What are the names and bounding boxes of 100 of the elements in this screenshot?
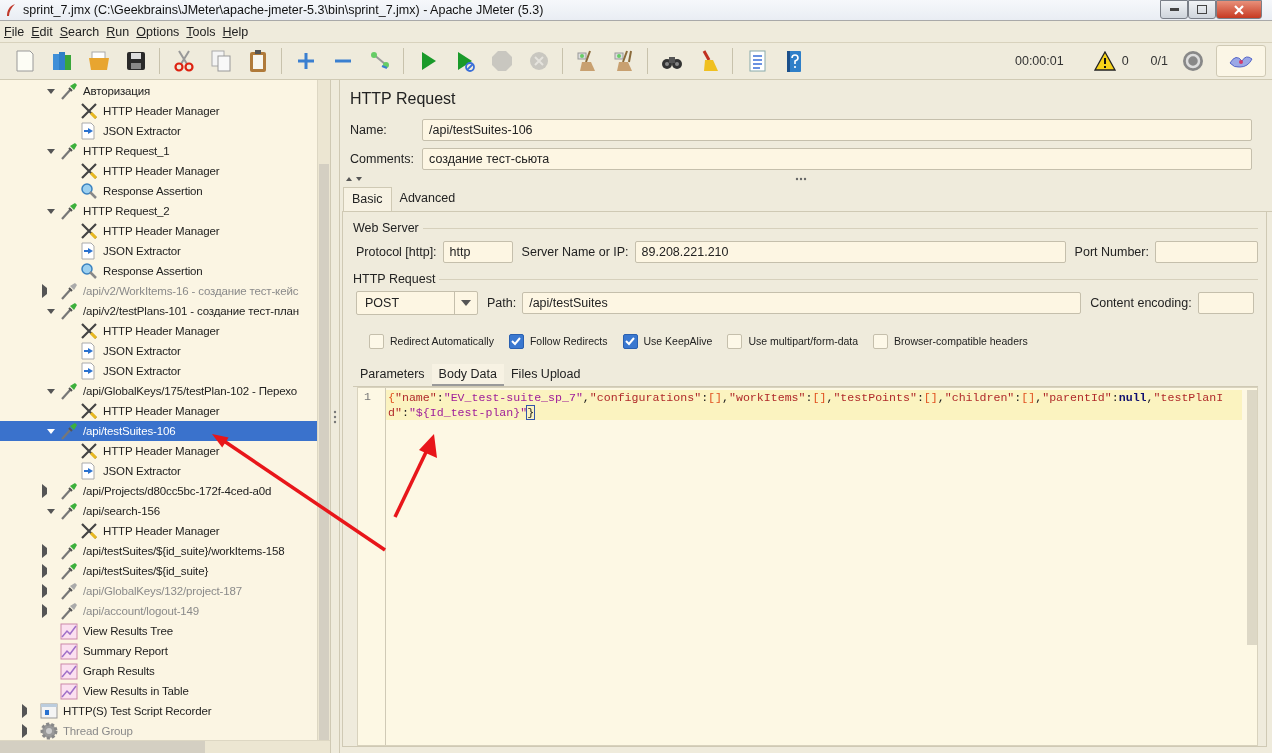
tree-item[interactable]: HTTP Header Manager — [0, 441, 317, 461]
tree-item[interactable]: JSON Extractor — [0, 361, 317, 381]
field-label: Path: — [487, 296, 517, 310]
checkbox[interactable] — [508, 333, 524, 349]
tree-item[interactable]: View Results Tree — [0, 621, 317, 641]
menu-item[interactable]: Help — [222, 24, 249, 39]
maximize-button[interactable] — [1188, 0, 1216, 19]
splitter-handle-icon[interactable] — [795, 177, 807, 181]
warning-icon[interactable] — [1093, 51, 1116, 71]
magnifier-icon — [80, 262, 98, 280]
tools-icon — [80, 102, 98, 120]
checkbox[interactable] — [727, 333, 743, 349]
tree-item[interactable]: /api/v2/testPlans-101 - создание тест-план — [0, 301, 317, 321]
field-label: Protocol [http]: — [356, 245, 437, 259]
tools-icon — [80, 322, 98, 340]
caret-icon[interactable] — [47, 508, 55, 514]
protocol-field[interactable]: http — [442, 241, 513, 263]
tree-item[interactable]: HTTP(S) Test Script Recorder — [0, 701, 317, 721]
tree-item[interactable]: HTTP Request_2 — [0, 201, 317, 221]
tools-icon — [80, 162, 98, 180]
pipette-icon — [60, 482, 78, 500]
tree-item[interactable]: HTTP Request_1 — [0, 141, 317, 161]
checkbox[interactable] — [622, 333, 638, 349]
tree-item[interactable]: JSON Extractor — [0, 461, 317, 481]
minimize-button[interactable] — [1160, 0, 1188, 19]
tab[interactable]: Parameters — [353, 364, 432, 386]
close-button[interactable] — [1216, 0, 1262, 19]
tab[interactable]: Body Data — [431, 364, 504, 386]
tab[interactable]: Files Upload — [504, 364, 588, 386]
scrollbar[interactable] — [0, 740, 330, 753]
tree-item[interactable]: HTTP Header Manager — [0, 221, 317, 241]
tree-item[interactable]: Response Assertion — [0, 261, 317, 281]
chart-icon — [60, 642, 78, 660]
tab[interactable]: Advanced — [391, 187, 464, 211]
menu-item[interactable]: Run — [106, 24, 130, 39]
scrollbar[interactable] — [317, 80, 330, 740]
magnifier-icon — [80, 182, 98, 200]
method-dropdown[interactable]: POST — [356, 291, 478, 315]
gear-icon — [40, 722, 58, 740]
tree-item[interactable]: JSON Extractor — [0, 241, 317, 261]
close-icon[interactable] — [1233, 4, 1245, 15]
tab[interactable]: Basic — [343, 187, 392, 211]
tree-item[interactable]: /api/testSuites/${id_suite} — [0, 561, 317, 581]
pipette-icon — [60, 562, 78, 580]
path-field[interactable]: /api/testSuites — [522, 292, 1082, 314]
collapse-arrows-icon[interactable] — [344, 175, 364, 183]
tree-item[interactable]: /api/testSuites-106 — [0, 421, 317, 441]
tree-item[interactable]: HTTP Header Manager — [0, 321, 317, 341]
name-field[interactable]: /api/testSuites-106 — [422, 119, 1252, 141]
tree-item[interactable]: JSON Extractor — [0, 341, 317, 361]
line-number: 1 — [364, 390, 371, 403]
tree-item[interactable]: Авторизация — [0, 81, 317, 101]
chart-icon — [60, 662, 78, 680]
pipette-icon — [60, 602, 78, 620]
window-icon — [40, 702, 58, 720]
comments-field[interactable]: создание тест-сьюта — [422, 148, 1252, 170]
encoding-field[interactable] — [1197, 292, 1254, 314]
pipette-icon — [60, 142, 78, 160]
pipette-icon — [60, 302, 78, 320]
tree-item[interactable]: HTTP Header Manager — [0, 101, 317, 121]
tree-item[interactable]: /api/GlobalKeys/175/testPlan-102 - Перехо — [0, 381, 317, 401]
menu-item[interactable]: Tools — [186, 24, 216, 39]
tree-item[interactable]: /api/Projects/d80cc5bc-172f-4ced-a0d — [0, 481, 317, 501]
tree-item[interactable]: Summary Report — [0, 641, 317, 661]
tree-item[interactable]: Graph Results — [0, 661, 317, 681]
port-field[interactable] — [1154, 241, 1258, 263]
page-arrow-icon — [80, 362, 98, 380]
caret-icon[interactable] — [47, 388, 55, 394]
checkbox-label: Use KeepAlive — [643, 335, 713, 347]
menu-item[interactable]: Options — [136, 24, 180, 39]
menu-item[interactable]: File — [4, 24, 25, 39]
checkbox[interactable] — [873, 333, 889, 349]
thread-count: 0/1 — [1150, 54, 1168, 68]
caret-icon[interactable] — [47, 308, 55, 314]
field-label: Name: — [350, 123, 388, 137]
page-arrow-icon — [80, 122, 98, 140]
tree-item[interactable]: HTTP Header Manager — [0, 161, 317, 181]
window-title: sprint_7.jmx (C:\Geekbrains\JMeter\apache-jmeter-5.3\bin\sprint_7.jmx) - Apache JMeter (5.3) — [23, 3, 544, 17]
caret-icon[interactable] — [47, 88, 55, 94]
scrollbar[interactable] — [1247, 390, 1257, 645]
server-field[interactable]: 89.208.221.210 — [634, 241, 1066, 263]
ring-icon — [1182, 50, 1204, 72]
tree-item[interactable]: View Results in Table — [0, 681, 317, 701]
tools-icon — [80, 522, 98, 540]
checkbox[interactable] — [369, 333, 384, 349]
tree-item[interactable]: JSON Extractor — [0, 121, 317, 141]
menu-item[interactable]: Edit — [31, 24, 53, 39]
tree-item[interactable]: HTTP Header Manager — [0, 401, 317, 421]
menu-item[interactable]: Search — [59, 24, 100, 39]
logo-button[interactable] — [1216, 45, 1266, 77]
caret-icon[interactable] — [47, 148, 55, 154]
pipette-icon — [60, 582, 78, 600]
caret-icon[interactable] — [47, 208, 55, 214]
splitter-handle-icon[interactable] — [333, 409, 337, 424]
tree-item[interactable]: Response Assertion — [0, 181, 317, 201]
field-label: Port Number: — [1074, 245, 1149, 259]
field-label: Content encoding: — [1090, 296, 1192, 310]
tree-item[interactable]: HTTP Header Manager — [0, 521, 317, 541]
tree-item[interactable]: /api/testSuites/${id_suite}/workItems-158 — [0, 541, 317, 561]
tree-item[interactable]: /api/search-156 — [0, 501, 317, 521]
